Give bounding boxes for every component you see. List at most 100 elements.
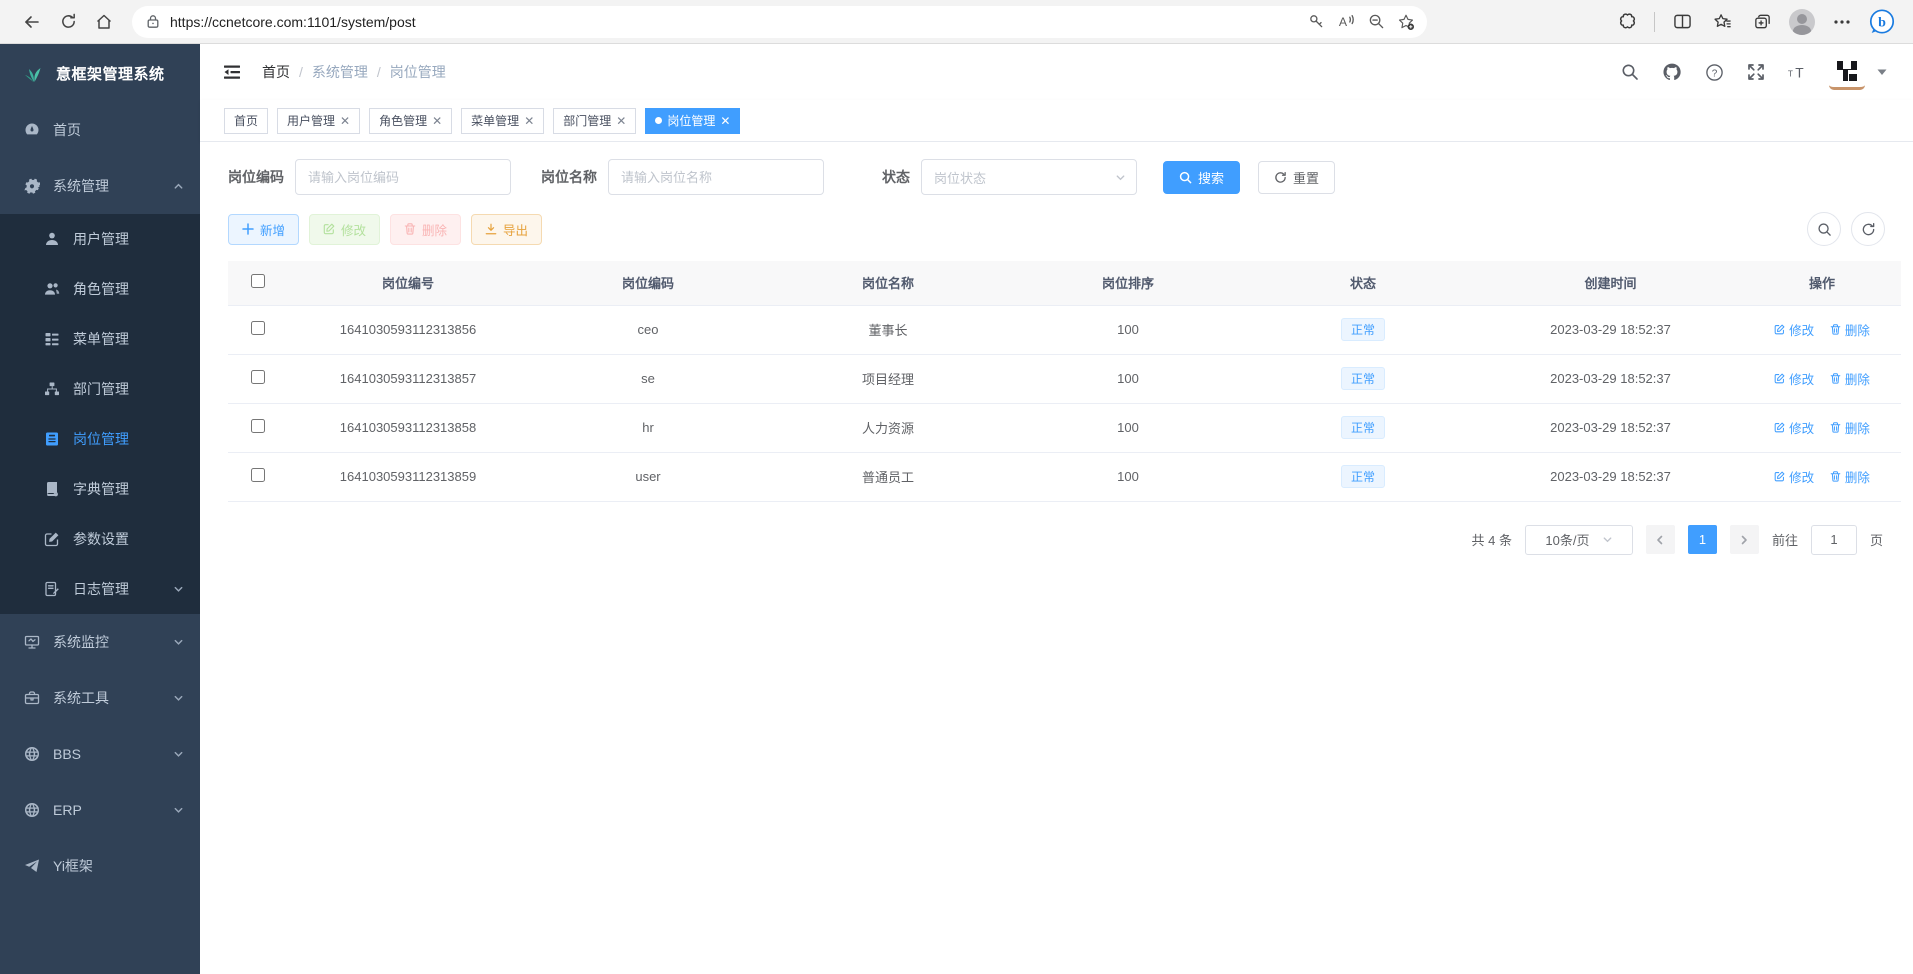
sidebar-item-menu-management[interactable]: 菜单管理	[0, 314, 200, 364]
split-screen-button[interactable]	[1665, 6, 1699, 38]
add-favorite-button[interactable]	[1391, 8, 1421, 36]
search-icon	[1179, 171, 1192, 184]
sidebar-item-dept-management[interactable]: 部门管理	[0, 364, 200, 414]
sidebar-item-param-settings[interactable]: 参数设置	[0, 514, 200, 564]
read-aloud-button[interactable]: A	[1331, 8, 1361, 36]
next-page-button[interactable]	[1730, 525, 1759, 554]
row-checkbox[interactable]	[251, 419, 265, 433]
log-doc-icon	[44, 581, 60, 597]
sidebar-item-log-management[interactable]: 日志管理	[0, 564, 200, 614]
prev-page-button[interactable]	[1646, 525, 1675, 554]
browser-essentials-button[interactable]	[1610, 6, 1644, 38]
address-bar[interactable]: https://ccnetcore.com:1101/system/post A	[132, 6, 1427, 38]
favorites-button[interactable]	[1705, 6, 1739, 38]
tab-post-management[interactable]: 岗位管理 ✕	[645, 108, 740, 134]
github-link-button[interactable]	[1661, 61, 1683, 83]
sidebar-item-system-monitor[interactable]: 系统监控	[0, 614, 200, 670]
font-size-button[interactable]: TT	[1787, 61, 1809, 83]
row-edit-link[interactable]: 修改	[1774, 418, 1814, 437]
browser-back-button[interactable]	[14, 5, 50, 39]
row-edit-link[interactable]: 修改	[1774, 320, 1814, 339]
add-button[interactable]: 新增	[228, 214, 299, 245]
edit-link-label: 修改	[1789, 369, 1814, 388]
tab-user-management[interactable]: 用户管理✕	[277, 108, 360, 134]
tab-label: 岗位管理	[667, 112, 715, 129]
bing-chat-button[interactable]: b	[1865, 6, 1899, 38]
chevron-down-icon	[173, 693, 184, 704]
status-select[interactable]: 岗位状态	[921, 159, 1137, 195]
sidebar-item-label: 参数设置	[73, 529, 129, 549]
tab-close-icon[interactable]: ✕	[720, 115, 730, 127]
search-button[interactable]: 搜索	[1163, 161, 1240, 194]
edit-square-icon	[1774, 324, 1785, 335]
user-avatar-logo[interactable]	[1829, 54, 1865, 90]
password-key-button[interactable]	[1301, 8, 1331, 36]
browser-refresh-button[interactable]	[50, 5, 86, 39]
sidebar-item-yi-framework[interactable]: Yi框架	[0, 838, 200, 894]
toggle-search-button[interactable]	[1807, 212, 1841, 246]
col-status: 状态	[1248, 261, 1478, 305]
col-post-id: 岗位编号	[288, 261, 528, 305]
sidebar-item-label: 字典管理	[73, 479, 129, 499]
tab-home[interactable]: 首页	[224, 108, 268, 134]
tab-close-icon[interactable]: ✕	[524, 115, 534, 127]
settings-menu-button[interactable]	[1825, 6, 1859, 38]
row-delete-link[interactable]: 删除	[1830, 418, 1870, 437]
sidebar-item-system-tools[interactable]: 系统工具	[0, 670, 200, 726]
tab-close-icon[interactable]: ✕	[432, 115, 442, 127]
post-code-input[interactable]	[295, 159, 511, 195]
row-edit-link[interactable]: 修改	[1774, 369, 1814, 388]
profile-button[interactable]	[1785, 6, 1819, 38]
row-edit-link[interactable]: 修改	[1774, 467, 1814, 486]
edit-button-disabled[interactable]: 修改	[309, 214, 380, 245]
sidebar-item-bbs[interactable]: BBS	[0, 726, 200, 782]
sidebar-item-system-management[interactable]: 系统管理	[0, 158, 200, 214]
tab-menu-management[interactable]: 菜单管理✕	[461, 108, 544, 134]
delete-button-disabled[interactable]: 删除	[390, 214, 461, 245]
goto-page-input[interactable]	[1811, 525, 1857, 555]
zoom-out-button[interactable]	[1361, 8, 1391, 36]
tab-label: 角色管理	[379, 112, 427, 129]
col-post-sort: 岗位排序	[1008, 261, 1248, 305]
users-icon	[44, 281, 60, 297]
breadcrumb-home[interactable]: 首页	[262, 62, 290, 82]
tab-role-management[interactable]: 角色管理 ✕	[369, 108, 452, 134]
tab-close-icon[interactable]: ✕	[340, 115, 350, 127]
breadcrumb-system[interactable]: 系统管理	[312, 62, 368, 82]
post-name-input[interactable]	[608, 159, 824, 195]
help-button[interactable]: ?	[1703, 61, 1725, 83]
avatar-caret[interactable]	[1877, 68, 1887, 76]
delete-button-label: 删除	[422, 220, 447, 239]
page-number-1[interactable]: 1	[1688, 525, 1717, 554]
fullscreen-button[interactable]	[1745, 61, 1767, 83]
browser-home-button[interactable]	[86, 5, 122, 39]
reset-button[interactable]: 重置	[1258, 161, 1335, 194]
row-checkbox[interactable]	[251, 468, 265, 482]
app-logo[interactable]: 意框架管理系统	[0, 44, 200, 102]
row-checkbox[interactable]	[251, 321, 265, 335]
page-size-select[interactable]: 10条/页	[1525, 525, 1633, 555]
refresh-icon	[1861, 222, 1876, 237]
edit-square-icon	[44, 531, 60, 547]
export-button[interactable]: 导出	[471, 214, 542, 245]
collapse-sidebar-button[interactable]	[222, 61, 244, 83]
tab-dept-management[interactable]: 部门管理✕	[553, 108, 636, 134]
row-delete-link[interactable]: 删除	[1830, 467, 1870, 486]
sidebar-item-home[interactable]: 首页	[0, 102, 200, 158]
collections-button[interactable]	[1745, 6, 1779, 38]
sidebar-item-role-management[interactable]: 角色管理	[0, 264, 200, 314]
row-delete-link[interactable]: 删除	[1830, 320, 1870, 339]
sidebar-item-erp[interactable]: ERP	[0, 782, 200, 838]
refresh-table-button[interactable]	[1851, 212, 1885, 246]
sidebar-item-post-management[interactable]: 岗位管理	[0, 414, 200, 464]
sidebar-item-user-management[interactable]: 用户管理	[0, 214, 200, 264]
edit-square-icon	[1774, 422, 1785, 433]
trash-icon	[404, 223, 416, 235]
tab-close-icon[interactable]: ✕	[616, 115, 626, 127]
select-all-checkbox[interactable]	[251, 274, 265, 288]
row-checkbox[interactable]	[251, 370, 265, 384]
row-delete-link[interactable]: 删除	[1830, 369, 1870, 388]
sidebar-item-dict-management[interactable]: 字典管理	[0, 464, 200, 514]
header-search-button[interactable]	[1619, 61, 1641, 83]
url-text[interactable]: https://ccnetcore.com:1101/system/post	[170, 14, 1301, 30]
